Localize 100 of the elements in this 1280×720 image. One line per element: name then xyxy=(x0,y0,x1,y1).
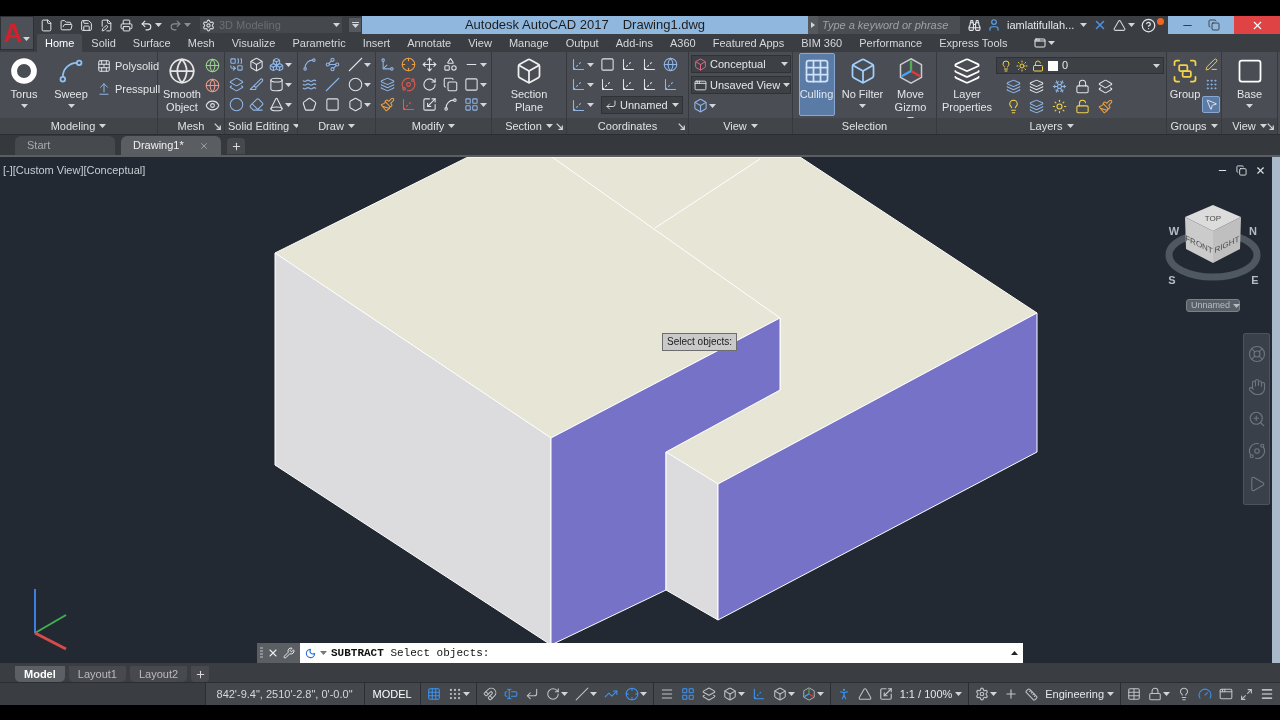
caret-icon[interactable] xyxy=(589,692,597,696)
cube-icon[interactable] xyxy=(772,687,787,701)
snowflake-icon[interactable] xyxy=(1052,79,1067,94)
axes-icon[interactable] xyxy=(663,77,678,92)
ribbon-button[interactable]: Torus xyxy=(3,53,45,116)
new-file-icon[interactable] xyxy=(40,18,53,32)
launcher-arrow-icon[interactable] xyxy=(1267,122,1274,130)
caret-icon[interactable] xyxy=(285,82,292,87)
ribbon-button[interactable]: Base xyxy=(1231,53,1268,116)
grid-icon[interactable] xyxy=(426,687,441,701)
caret-icon[interactable] xyxy=(737,692,745,696)
help-icon[interactable] xyxy=(1141,17,1157,33)
ribbon-tab[interactable]: Solid xyxy=(83,34,124,52)
dots-grid-icon[interactable] xyxy=(447,687,462,701)
caret-icon[interactable] xyxy=(364,62,371,67)
ribbon-tab[interactable]: Manage xyxy=(500,34,557,52)
circle-icon[interactable] xyxy=(229,97,244,112)
caret-icon[interactable] xyxy=(587,103,594,107)
polyline-icon[interactable] xyxy=(325,57,340,72)
caret-up-icon[interactable] xyxy=(1011,651,1018,655)
menu-icon[interactable] xyxy=(1260,687,1274,701)
shapes-icon[interactable] xyxy=(443,57,458,72)
new-layout-button[interactable] xyxy=(191,666,210,682)
text-cursor-icon[interactable] xyxy=(503,687,518,701)
lines-icon[interactable] xyxy=(659,687,674,701)
triangle-icon[interactable] xyxy=(857,687,872,701)
caret-icon[interactable] xyxy=(816,692,824,696)
axes-icon[interactable] xyxy=(571,57,586,72)
lock-icon[interactable] xyxy=(1075,79,1090,94)
panel-title[interactable]: Solid Editing xyxy=(228,118,301,135)
ruler-icon[interactable] xyxy=(1025,687,1039,701)
scaling-icon[interactable] xyxy=(878,687,893,701)
globe-icon[interactable] xyxy=(205,58,220,73)
caret-icon[interactable] xyxy=(560,692,568,696)
ribbon-tab[interactable]: Express Tools xyxy=(931,34,1016,52)
scaling-icon[interactable] xyxy=(422,97,437,112)
ribbon-button[interactable]: Polysolid xyxy=(97,58,161,75)
copy-icon[interactable] xyxy=(443,77,458,92)
restore-icon[interactable] xyxy=(1236,165,1247,176)
caret-icon[interactable] xyxy=(364,82,371,87)
sun-icon[interactable] xyxy=(1052,99,1067,114)
squares-arrow-icon[interactable] xyxy=(229,57,244,72)
knife-icon[interactable] xyxy=(249,77,264,92)
file-pen-icon[interactable] xyxy=(100,18,113,32)
wrench-icon[interactable] xyxy=(283,647,295,659)
square-icon[interactable] xyxy=(325,97,340,112)
layers-icon[interactable] xyxy=(1006,79,1021,94)
crosshair-icon[interactable] xyxy=(624,687,639,701)
restore-icon[interactable] xyxy=(1208,19,1220,31)
caret-icon[interactable] xyxy=(480,62,487,67)
ribbon-tab[interactable]: BIM 360 xyxy=(793,34,851,52)
cone-icon[interactable] xyxy=(269,97,284,112)
user-icon[interactable] xyxy=(987,18,1001,32)
line-icon[interactable] xyxy=(325,77,340,92)
grip-handle-icon[interactable] xyxy=(260,647,263,659)
undo-icon[interactable] xyxy=(140,18,153,32)
gauge-icon[interactable] xyxy=(1198,687,1212,701)
command-line-field[interactable]: SUBTRACT Select objects: xyxy=(300,643,1023,663)
ribbon-button[interactable]: Layer Properties xyxy=(940,53,994,116)
caret-icon[interactable] xyxy=(990,692,998,696)
ribbon-tab[interactable]: Surface xyxy=(124,34,179,52)
ribbon-button[interactable]: Section Plane xyxy=(502,53,556,116)
ribbon-tab[interactable]: View xyxy=(460,34,500,52)
caret-icon[interactable] xyxy=(285,62,292,67)
spline-icon[interactable] xyxy=(302,57,317,72)
corner-axes-icon[interactable] xyxy=(380,57,395,72)
rotate-icon[interactable] xyxy=(545,687,560,701)
eraser-icon[interactable] xyxy=(249,97,264,112)
ribbon-tab[interactable]: A360 xyxy=(661,34,704,52)
viewport-controls[interactable]: [-][Custom View][Conceptual] xyxy=(3,162,146,179)
caret-icon[interactable] xyxy=(1128,23,1136,27)
customize-menu-icon[interactable] xyxy=(349,18,361,32)
eye-icon[interactable] xyxy=(205,98,220,113)
launcher-arrow-icon[interactable] xyxy=(556,122,563,130)
gear-icon[interactable] xyxy=(975,687,990,701)
cylinder-icon[interactable] xyxy=(269,77,284,92)
printer-icon[interactable] xyxy=(120,18,133,32)
layers-icon[interactable] xyxy=(1029,79,1044,94)
ribbon-tab[interactable]: Performance xyxy=(851,34,931,52)
ribbon-button[interactable]: Smooth Object xyxy=(161,53,203,116)
plus-icon[interactable] xyxy=(1004,687,1019,701)
file-tab[interactable]: Drawing1* xyxy=(121,136,221,155)
ribbon-button[interactable]: Presspull xyxy=(97,80,161,97)
caret-icon[interactable] xyxy=(1048,41,1056,45)
stacked-squares-icon[interactable] xyxy=(701,687,716,701)
target-icon[interactable] xyxy=(401,57,416,72)
magnet-icon[interactable] xyxy=(482,687,497,701)
gizmo-icon[interactable] xyxy=(801,687,816,701)
new-tab-button[interactable] xyxy=(227,138,245,154)
ribbon-tab[interactable]: Home xyxy=(37,34,83,52)
layout-tab[interactable]: Layout1 xyxy=(68,666,126,682)
close-icon[interactable] xyxy=(1255,165,1266,176)
pen-icon[interactable] xyxy=(1202,56,1220,73)
ribbon-button[interactable]: Group xyxy=(1169,53,1201,116)
caret-icon[interactable] xyxy=(155,23,162,27)
spline-icon[interactable] xyxy=(443,97,458,112)
caret-icon[interactable] xyxy=(1163,692,1170,696)
pointer-icon[interactable] xyxy=(1202,96,1220,113)
launcher-arrow-icon[interactable] xyxy=(214,122,221,130)
caret-icon[interactable] xyxy=(787,692,795,696)
